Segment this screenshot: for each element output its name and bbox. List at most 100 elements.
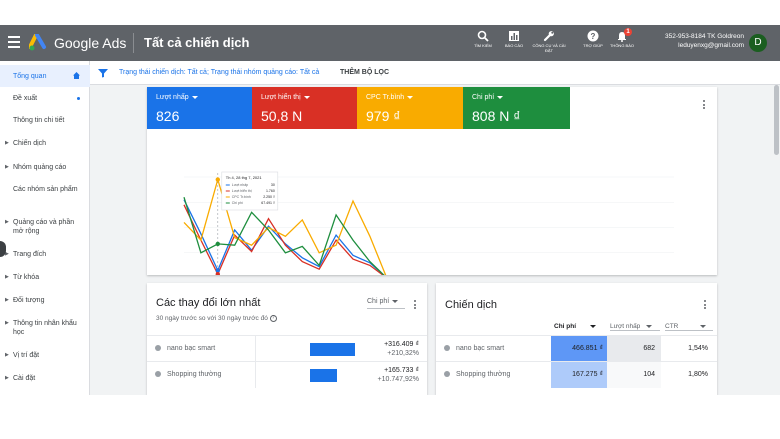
expand-arrow-icon: ▶	[5, 297, 9, 303]
campaign-name: Shopping thường	[167, 371, 222, 378]
change-percent: +10.747,92%	[377, 376, 419, 383]
tooltip-series-name: Chi phí	[232, 201, 243, 205]
column-header-clicks[interactable]: Lượt nhấp	[610, 323, 660, 331]
campaign-name[interactable]: Shopping thường	[456, 371, 510, 378]
tooltip-series-value: 2.250 ₫	[263, 195, 275, 199]
table-row[interactable]: nano bạc smart 466.851 ₫ 682 1,54%	[436, 335, 717, 362]
clicks-cell: 682	[607, 336, 661, 362]
ctr-cell: 1,54%	[688, 345, 708, 352]
filter-summary[interactable]: Trạng thái chiến dịch: Tất cả; Trạng thá…	[119, 69, 319, 76]
brand-name: Google Ads	[54, 35, 127, 51]
notifications-tool-button[interactable]: 1 THÔNG BÁO	[605, 28, 639, 48]
change-percent: +210,32%	[387, 350, 419, 357]
change-values: +165.733 ₫ +10.747,92%	[378, 366, 419, 384]
table-row[interactable]: nano bạc smart +316.409 ₫ +210,32%	[147, 335, 427, 362]
recommendation-dot	[77, 97, 80, 100]
change-delta: +316.409 ₫	[384, 341, 419, 348]
campaign-status-icon	[444, 345, 450, 351]
account-id: 352-953-8184 TK Goldreon	[664, 33, 744, 40]
tooltip-date: Th 4, 28 thg 7, 2021	[226, 175, 263, 180]
clicks-cell: 104	[607, 362, 661, 388]
biggest-changes-card: Các thay đổi lớn nhất 30 ngày trước so v…	[147, 283, 427, 395]
performance-card: Lượt nhấp 826 Lượt hiển thị 50,8 N CPC T…	[147, 87, 717, 275]
campaign-status-icon	[444, 371, 450, 377]
search-tool-button[interactable]: TÌM KIẾM	[466, 30, 500, 48]
notification-badge: 1	[624, 28, 632, 36]
metric-select[interactable]: Chi phí	[367, 298, 405, 309]
table-row[interactable]: Shopping thường +165.733 ₫ +10.747,92%	[147, 361, 427, 388]
tooltip-series-value: 67.491 ₫	[261, 201, 275, 205]
account-info[interactable]: 352-953-8184 TK Goldreon leduyenxg@gmail…	[652, 32, 744, 50]
page-scrollbar[interactable]	[774, 85, 779, 155]
filter-icon[interactable]	[98, 68, 108, 78]
expand-arrow-icon: ▶	[5, 274, 9, 280]
header-divider	[133, 33, 134, 53]
sidebar-item-label: Đối tượng	[13, 297, 45, 304]
column-header-ctr[interactable]: CTR	[665, 323, 713, 331]
filter-bar: Trạng thái chiến dịch: Tất cả; Trạng thá…	[90, 61, 780, 85]
hover-point	[215, 241, 220, 247]
sidebar-item-label: Đề xuất	[13, 95, 38, 102]
column-divider	[255, 362, 256, 388]
caret-down-icon	[646, 324, 653, 328]
expand-arrow-icon: ▶	[5, 352, 9, 358]
menu-icon[interactable]	[8, 36, 20, 48]
caret-down-icon	[392, 299, 399, 303]
expand-arrow-icon: ▶	[5, 164, 9, 170]
expand-arrow-icon: ▶	[5, 219, 9, 225]
campaigns-title: Chiến dịch	[445, 299, 497, 311]
sidebar-item-label: Các nhóm sản phẩm	[13, 186, 78, 193]
sidebar-item-label: Vị trí đặt	[13, 352, 40, 359]
google-ads-logo-icon	[29, 34, 46, 51]
tools-settings-button[interactable]: CÔNG CỤ VÀ CÀI ĐẶT	[532, 30, 566, 53]
sidebar-item-label: Cài đặt	[13, 375, 36, 382]
expand-arrow-icon: ▶	[5, 320, 9, 326]
notifications-tool-label: THÔNG BÁO	[609, 43, 634, 48]
change-delta: +165.733 ₫	[384, 367, 419, 374]
tooltip-series-name: Lượt hiển thị	[232, 189, 252, 193]
change-bar	[310, 343, 355, 356]
sidebar-item-overview[interactable]: Tổng quan	[0, 65, 90, 87]
performance-line-chart: Th 4, 28 thg 7, 2021 Lượt nhấp 30 Lượt hiển…	[183, 171, 674, 275]
campaign-status-icon	[155, 345, 161, 351]
home-icon	[73, 72, 80, 79]
table-row[interactable]: Shopping thường 167.275 ₫ 104 1,80%	[436, 361, 717, 388]
sidebar-item-label: Thông tin chi tiết	[13, 117, 65, 124]
avatar[interactable]: D	[749, 34, 767, 52]
top-app-bar: Google Ads Tất cả chiến dịch TÌM KIẾM BÁ…	[0, 25, 780, 61]
page-title: Tất cả chiến dịch	[144, 35, 250, 50]
expand-arrow-icon: ▶	[5, 140, 9, 146]
campaigns-card: Chiến dịch Chi phí Lượt nhấp CTR nano bạ…	[436, 283, 717, 395]
tools-settings-label: CÔNG CỤ VÀ CÀI ĐẶT	[532, 43, 566, 53]
tooltip-series-value: 1.760	[266, 189, 275, 193]
change-bar	[310, 369, 337, 382]
help-icon: ?	[587, 30, 599, 42]
account-email: leduyenxg@gmail.com	[678, 42, 744, 49]
sidebar-item-label: Chiến dịch	[13, 140, 47, 147]
campaign-name[interactable]: nano bạc smart	[456, 345, 504, 352]
info-icon: ?	[269, 315, 277, 322]
reports-tool-button[interactable]: BÁO CÁO	[497, 30, 531, 48]
search-tool-label: TÌM KIẾM	[474, 43, 492, 48]
more-options-icon[interactable]	[414, 300, 417, 311]
series-line	[183, 199, 385, 275]
more-options-icon[interactable]	[704, 300, 707, 311]
tooltip-series-name: CPC Tr.bình	[232, 195, 251, 199]
sidebar-item-label: Quảng cáo và phần mở rộng	[13, 219, 75, 235]
search-icon	[477, 30, 489, 42]
svg-text:?: ?	[591, 32, 596, 41]
reports-icon	[509, 31, 519, 41]
sidebar-item-label: Nhóm quảng cáo	[13, 164, 67, 171]
sidebar-item-label: Trang đích	[13, 251, 47, 258]
column-header-cost[interactable]: Chi phí	[554, 323, 602, 330]
cost-cell: 466.851 ₫	[551, 336, 607, 362]
hover-point	[215, 268, 220, 273]
column-divider	[255, 336, 256, 362]
changes-subtitle: 30 ngày trước so với 30 ngày trước đó ?	[156, 315, 277, 322]
sidebar-item-label: Từ khóa	[13, 274, 40, 281]
wrench-icon	[543, 31, 554, 42]
sort-desc-icon	[590, 324, 597, 328]
ctr-cell: 1,80%	[688, 371, 708, 378]
add-filter-button[interactable]: THÊM BỘ LỌC	[340, 69, 389, 76]
expand-arrow-icon: ▶	[5, 375, 9, 381]
